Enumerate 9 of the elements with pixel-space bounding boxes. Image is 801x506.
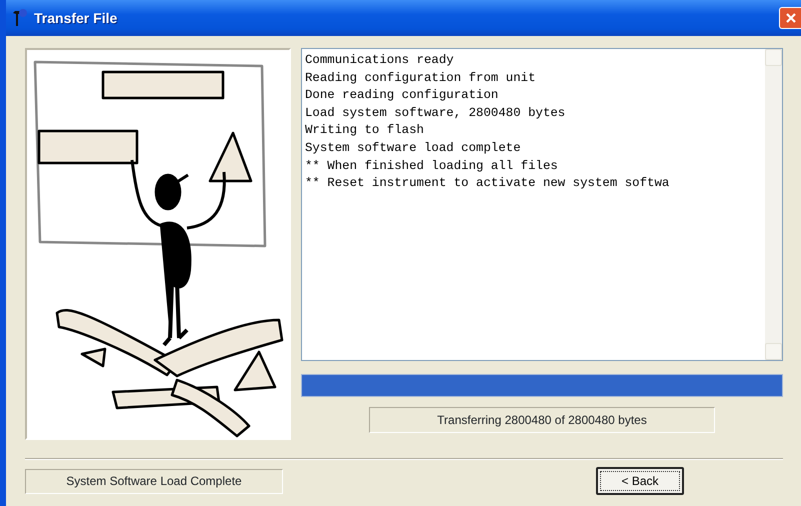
window-title: Transfer File [34,8,118,28]
transfer-status: Transferring 2800480 of 2800480 bytes [369,407,715,433]
close-button[interactable] [779,7,801,29]
close-icon [784,12,796,24]
status-text: System Software Load Complete [25,468,283,494]
back-button[interactable]: < Back [596,467,684,495]
scrollbar[interactable] [765,49,782,360]
log-text: Communications ready Reading configuration from unit Done reading configuration Load system software, 2800480 bytes Writing to flash System software load complete ** When finished loading all files ** Reset instrument to activate new system softwa [304,52,670,192]
window-icon [12,8,28,28]
